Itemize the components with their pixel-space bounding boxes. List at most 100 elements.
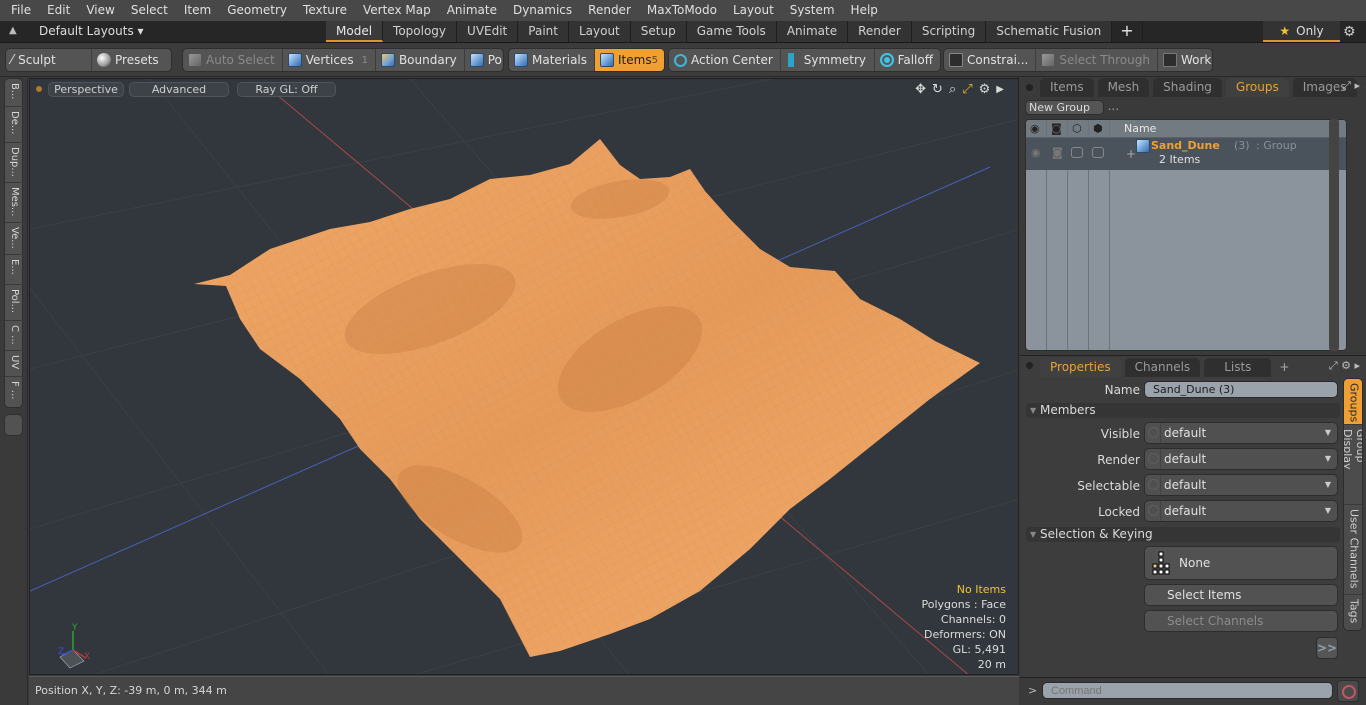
selectable-dropdown[interactable]: default ▼: [1144, 474, 1338, 496]
add-panel-tab-button[interactable]: +: [1361, 78, 1366, 97]
symmetry-button[interactable]: Symmetry: [781, 49, 875, 71]
tab-layout[interactable]: Layout: [568, 21, 631, 42]
left-tab-mesh[interactable]: Mes...: [5, 183, 24, 223]
render-radio[interactable]: [1148, 453, 1159, 464]
tab-uvedit[interactable]: UVEdit: [457, 21, 519, 42]
left-tab-uv[interactable]: UV: [5, 351, 24, 377]
zoom-view-icon[interactable]: ⌕: [949, 82, 956, 97]
shading-button[interactable]: Advanced: [129, 82, 229, 97]
members-section[interactable]: ▼ Members: [1026, 403, 1340, 418]
presets-button[interactable]: Presets: [92, 49, 166, 71]
side-tab-user-channels[interactable]: User Channels: [1344, 505, 1362, 595]
visible-radio[interactable]: [1148, 427, 1159, 438]
gear-icon[interactable]: ⚙: [1343, 24, 1356, 40]
menu-dynamics[interactable]: Dynamics: [505, 0, 580, 21]
tab-model[interactable]: Model: [326, 21, 384, 42]
auto-select-button[interactable]: Auto Select: [183, 49, 283, 71]
left-tab-fusion[interactable]: F ...: [5, 377, 24, 407]
viewport-settings-icon[interactable]: ⚙: [979, 82, 991, 97]
selectable-column-cube-icon[interactable]: ⬡: [1072, 122, 1082, 135]
group-row[interactable]: ◉ ◙ + Sand_Dune (3) : Group 2 Items: [1026, 138, 1346, 170]
selectable-checkbox[interactable]: [1071, 147, 1083, 158]
perspective-button[interactable]: Perspective: [48, 82, 124, 97]
tab-schematic-fusion[interactable]: Schematic Fusion: [986, 21, 1113, 42]
tab-game-tools[interactable]: Game Tools: [686, 21, 777, 42]
menu-maxtomodo[interactable]: MaxToModo: [639, 0, 725, 21]
menu-item[interactable]: Item: [176, 0, 219, 21]
move-view-icon[interactable]: ✥: [915, 82, 926, 97]
3d-viewport[interactable]: Y X Z Perspective Advanced Ray GL: Off ✥…: [29, 78, 1019, 675]
side-tab-groups[interactable]: Groups: [1344, 379, 1362, 425]
falloff-button[interactable]: Falloff: [875, 49, 940, 71]
expand-plus-icon[interactable]: +: [1126, 147, 1136, 161]
lock-column-cube-icon[interactable]: ⬢: [1093, 122, 1103, 135]
left-tab-edge[interactable]: E...: [5, 255, 24, 285]
menu-edit[interactable]: Edit: [39, 0, 78, 21]
tab-render[interactable]: Render: [848, 21, 912, 42]
left-tab-vertex[interactable]: Ve...: [5, 223, 24, 255]
maximize-icon[interactable]: ⤢: [962, 82, 972, 97]
locked-dropdown[interactable]: default ▼: [1144, 500, 1338, 522]
tab-paint[interactable]: Paint: [518, 21, 569, 42]
left-tab-deform[interactable]: De...: [5, 107, 24, 143]
groups-scrollbar[interactable]: [1329, 119, 1339, 351]
menu-geometry[interactable]: Geometry: [219, 0, 295, 21]
left-tab-basic[interactable]: B...: [5, 79, 24, 107]
add-panel-tab-button[interactable]: +: [1275, 358, 1293, 377]
menu-texture[interactable]: Texture: [295, 0, 355, 21]
eye-icon[interactable]: ◉: [1031, 146, 1041, 159]
items-button[interactable]: Items 5: [595, 49, 664, 71]
select-items-button[interactable]: Select Items: [1144, 584, 1338, 606]
menu-view[interactable]: View: [78, 0, 122, 21]
materials-button[interactable]: Materials: [509, 49, 596, 71]
tab-groups[interactable]: Groups: [1225, 78, 1289, 97]
menu-vertex-map[interactable]: Vertex Map: [355, 0, 439, 21]
side-tab-tags[interactable]: Tags: [1344, 595, 1362, 630]
menu-render[interactable]: Render: [580, 0, 639, 21]
panel-expand-icon[interactable]: ⤢ ⚙ ▸: [1329, 359, 1360, 373]
keying-preset-button[interactable]: None: [1144, 546, 1338, 580]
menu-select[interactable]: Select: [123, 0, 176, 21]
tab-scripting[interactable]: Scripting: [911, 21, 987, 42]
render-column-camera-icon[interactable]: ◙: [1051, 122, 1062, 135]
more-button[interactable]: >>: [1316, 637, 1338, 659]
vertices-button[interactable]: Vertices 1: [283, 49, 376, 71]
side-tab-group-display[interactable]: Group Display: [1344, 425, 1362, 505]
collapse-up-icon[interactable]: ▲: [9, 25, 21, 37]
tab-properties[interactable]: Properties: [1040, 358, 1121, 377]
tab-topology[interactable]: Topology: [383, 21, 458, 42]
left-small-tab[interactable]: [4, 414, 23, 436]
menu-help[interactable]: Help: [843, 0, 886, 21]
menu-file[interactable]: File: [0, 0, 39, 21]
left-tab-duplicate[interactable]: Dup...: [5, 143, 24, 183]
selectable-radio[interactable]: [1148, 479, 1159, 490]
workplane-button[interactable]: WorkPlane: [1158, 49, 1212, 71]
tab-setup[interactable]: Setup: [630, 21, 687, 42]
constraints-button[interactable]: Constrai...: [944, 49, 1037, 71]
expand-arrow-icon[interactable]: ▶: [996, 82, 1004, 97]
add-tab-button[interactable]: +: [1112, 21, 1143, 42]
action-center-button[interactable]: Action Center: [669, 49, 781, 71]
groups-list[interactable]: ◉ ◙ ⬡ ⬢ Name ◉ ◙ + Sand_Dune (3) : Group…: [1025, 119, 1347, 351]
panel-expand-icon[interactable]: ⤢ ▸: [1342, 79, 1360, 93]
left-tab-curve[interactable]: C ...: [5, 321, 24, 351]
locked-radio[interactable]: [1148, 505, 1159, 516]
tab-channels[interactable]: Channels: [1124, 358, 1201, 377]
layout-selector[interactable]: Default Layouts ▾: [39, 24, 144, 38]
viewport-menu-dot[interactable]: [36, 86, 42, 92]
command-input[interactable]: [1042, 682, 1333, 699]
menu-layout[interactable]: Layout: [725, 0, 782, 21]
tab-shading[interactable]: Shading: [1153, 78, 1222, 97]
select-channels-button[interactable]: Select Channels: [1144, 610, 1338, 632]
select-through-button[interactable]: Select Through: [1036, 49, 1158, 71]
new-group-button[interactable]: New Group: [1025, 100, 1104, 115]
render-dropdown[interactable]: default ▼: [1144, 448, 1338, 470]
only-toggle[interactable]: ★ Only: [1263, 21, 1340, 42]
left-tab-polygon[interactable]: Pol...: [5, 285, 24, 321]
selection-keying-section[interactable]: ▼ Selection & Keying: [1026, 527, 1340, 542]
visible-dropdown[interactable]: default ▼: [1144, 422, 1338, 444]
rotate-view-icon[interactable]: ↻: [932, 82, 943, 97]
tab-lists[interactable]: Lists: [1204, 358, 1272, 377]
menu-system[interactable]: System: [782, 0, 843, 21]
camera-icon[interactable]: ◙: [1052, 146, 1063, 159]
